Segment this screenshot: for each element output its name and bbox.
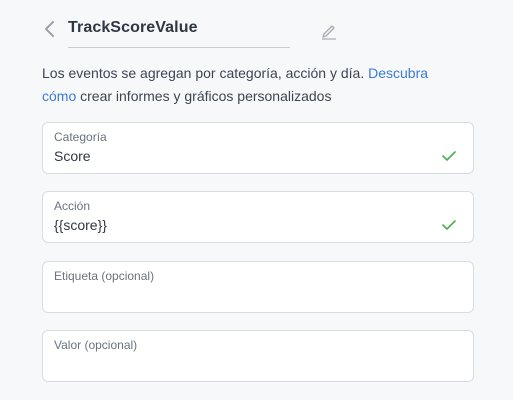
chevron-left-icon[interactable]: [42, 18, 58, 40]
pencil-icon[interactable]: [320, 20, 338, 40]
value-field[interactable]: Valor (opcional): [42, 330, 474, 382]
tag-label: Etiqueta (opcional): [54, 269, 155, 283]
action-value[interactable]: {{score}}: [54, 217, 107, 233]
tag-field[interactable]: Etiqueta (opcional): [42, 261, 474, 313]
check-icon: [442, 220, 456, 230]
action-field[interactable]: Acción {{score}}: [42, 191, 474, 243]
event-settings-panel: TrackScoreValue Los eventos se agregan p…: [24, 0, 494, 400]
category-label: Categoría: [54, 130, 107, 144]
event-header: TrackScoreValue: [42, 14, 362, 48]
help-text: Los eventos se agregan por categoría, ac…: [42, 62, 492, 108]
category-value[interactable]: Score: [54, 148, 91, 164]
event-name-field[interactable]: TrackScoreValue: [68, 14, 290, 48]
event-name: TrackScoreValue: [68, 19, 198, 36]
check-icon: [442, 151, 456, 161]
category-field[interactable]: Categoría Score: [42, 122, 474, 174]
value-label: Valor (opcional): [54, 338, 138, 352]
help-text-rest: crear informes y gráficos personalizados: [76, 88, 332, 104]
action-label: Acción: [54, 199, 91, 213]
help-text-intro: Los eventos se agregan por categoría, ac…: [42, 65, 369, 81]
